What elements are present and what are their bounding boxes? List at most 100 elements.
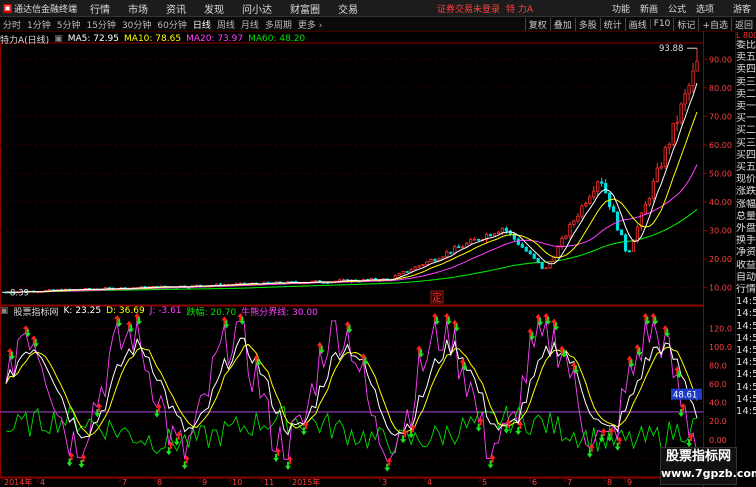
candle-body: [341, 279, 346, 281]
panel-top-label: L 8000: [736, 31, 756, 40]
price-axis-label: 90.00: [709, 55, 732, 64]
quote-panel-item: 卖五: [736, 52, 756, 64]
candle-body: [536, 257, 540, 263]
candle-body: [631, 240, 636, 252]
menu-gongshi[interactable]: 公式: [663, 2, 691, 15]
quote-panel-item: 14:5: [736, 320, 756, 332]
menu-jiaoyi[interactable]: 交易: [329, 1, 367, 16]
candle-body: [619, 229, 624, 236]
candle-body: [337, 279, 342, 282]
quote-panel-item: 14:5: [736, 369, 756, 381]
quote-panel-item: 14:5: [736, 381, 756, 393]
btn-fuquan[interactable]: 复权: [524, 17, 550, 31]
candle-body: [469, 239, 473, 244]
ma20-path: [5, 164, 698, 293]
candle-body: [413, 266, 417, 271]
menu-zixun[interactable]: 资讯: [157, 1, 195, 16]
candle-body: [592, 190, 596, 198]
btn-duogu[interactable]: 多股: [574, 17, 600, 31]
candle-body: [492, 233, 497, 237]
drop-value: 跌幅: 20.70: [186, 307, 237, 318]
menu-wenxiaoda[interactable]: 问小达: [233, 1, 281, 16]
btn-f10[interactable]: F10: [649, 19, 674, 29]
date-axis-label: 10: [232, 478, 242, 487]
menu-hangqing[interactable]: 行情: [81, 1, 119, 16]
indicator-axis-label: 100.0: [709, 343, 732, 352]
date-axis-label: 8: [157, 478, 162, 487]
menu-xinhua[interactable]: 新画: [635, 2, 663, 15]
date-axis-label: 2014年: [4, 477, 32, 487]
tf-5min[interactable]: 5分钟: [54, 18, 84, 31]
tf-multi-period[interactable]: 多周期: [262, 18, 295, 31]
candle-body: [540, 262, 544, 269]
watermark-url: www.7gpzb.com: [661, 467, 756, 480]
candle-body: [623, 234, 628, 252]
menu-shichang[interactable]: 市场: [119, 1, 157, 16]
tf-30min[interactable]: 30分钟: [119, 18, 154, 31]
high-price-label: 93.88: [659, 44, 683, 54]
tf-weekly[interactable]: 周线: [214, 18, 238, 31]
tf-monthly[interactable]: 月线: [238, 18, 262, 31]
quote-panel-item: 买二: [736, 125, 756, 137]
menu-xuanxiang[interactable]: 选项: [691, 2, 719, 15]
candle-body: [667, 143, 671, 149]
candle-body: [627, 250, 632, 253]
d-value: D: 36.69: [106, 306, 145, 316]
quote-panel-item: 买五: [736, 162, 756, 174]
candle-body: [544, 267, 548, 270]
quote-panel-item: 14:5: [736, 296, 756, 308]
quote-panel-item: 涨跌: [736, 186, 756, 198]
quote-panel-item: 收益: [736, 259, 756, 271]
menu-caifuquan[interactable]: 财富圈: [281, 1, 329, 16]
date-axis-label: 7: [567, 478, 572, 487]
menu-faxian[interactable]: 发现: [195, 1, 233, 16]
price-axis-label: 70.00: [709, 112, 732, 121]
app-logo-icon: ▣: [3, 3, 12, 13]
price-axis-label: 50.00: [709, 170, 732, 179]
btn-biaoji[interactable]: 标记: [673, 17, 698, 31]
quote-panel-item: 委比: [736, 40, 756, 51]
btn-fanhui[interactable]: 返回: [730, 17, 756, 31]
quote-side-panel: L 8000 委比卖五卖四卖三卖二卖一买一买二买三买四买五现价涨跌涨幅总量外盘换…: [735, 31, 756, 487]
candle-body: [504, 227, 509, 232]
indicator-box-icon[interactable]: ▣: [0, 306, 9, 316]
chart-grid: [0, 31, 707, 487]
candle-body: [473, 238, 477, 241]
tf-1min[interactable]: 1分钟: [24, 18, 54, 31]
candle-body: [683, 93, 687, 105]
menu-youke[interactable]: 游客: [719, 2, 756, 15]
btn-tongji[interactable]: 统计: [599, 17, 625, 31]
candle-body: [568, 224, 572, 237]
small-box-icon[interactable]: ▣: [54, 34, 63, 44]
btn-huaxian[interactable]: 画线: [624, 17, 650, 31]
candle-body: [496, 231, 501, 235]
tf-fenshi[interactable]: 分时: [0, 18, 24, 31]
tf-60min[interactable]: 60分钟: [154, 18, 189, 31]
kline-chart-area[interactable]: 90.0080.0070.0060.0050.0040.0030.0020.00…: [0, 31, 735, 487]
candle-body: [671, 122, 675, 145]
tf-daily[interactable]: 日线: [190, 18, 214, 31]
login-warning[interactable]: 证券交易未登录: [433, 2, 504, 15]
quote-panel-list: 委比 卖五 卖四 卖三 卖二 卖一 买一 买二 买三 买四 买五 现价 涨跌 涨幅 总量 外盘 换手 净资 收益 自动…: [736, 40, 756, 418]
btn-diejia[interactable]: 叠加: [549, 17, 575, 31]
candle-body: [449, 251, 453, 254]
tf-more[interactable]: 更多 ›: [295, 18, 326, 31]
current-stock-name: 特 力A: [505, 4, 533, 15]
ding-marker: 定: [432, 291, 442, 304]
indicator-title: ▣ 股票指标网 K: 23.25 D: 36.69 J: -3.61 跌幅: 2…: [0, 305, 712, 318]
tf-15min[interactable]: 15分钟: [83, 18, 118, 31]
candle-body: [695, 60, 699, 72]
indicator-axis-label: 20.0: [709, 417, 727, 426]
indicator-axis-label: 0.00: [709, 436, 727, 445]
ma60-value: MA60: 48.20: [248, 34, 306, 44]
candle-body: [429, 259, 433, 263]
quote-panel-item: 行情: [736, 284, 756, 296]
candle-body: [48, 289, 52, 291]
indicator-axis-label: 80.0: [709, 361, 727, 370]
date-axis-label: 11: [264, 478, 274, 487]
candle-body: [520, 244, 524, 248]
menu-gongneng[interactable]: 功能: [607, 2, 635, 15]
date-axis-label: 8: [607, 478, 612, 487]
btn-add-watchlist[interactable]: +自选: [698, 17, 731, 31]
candle-body: [445, 251, 449, 258]
